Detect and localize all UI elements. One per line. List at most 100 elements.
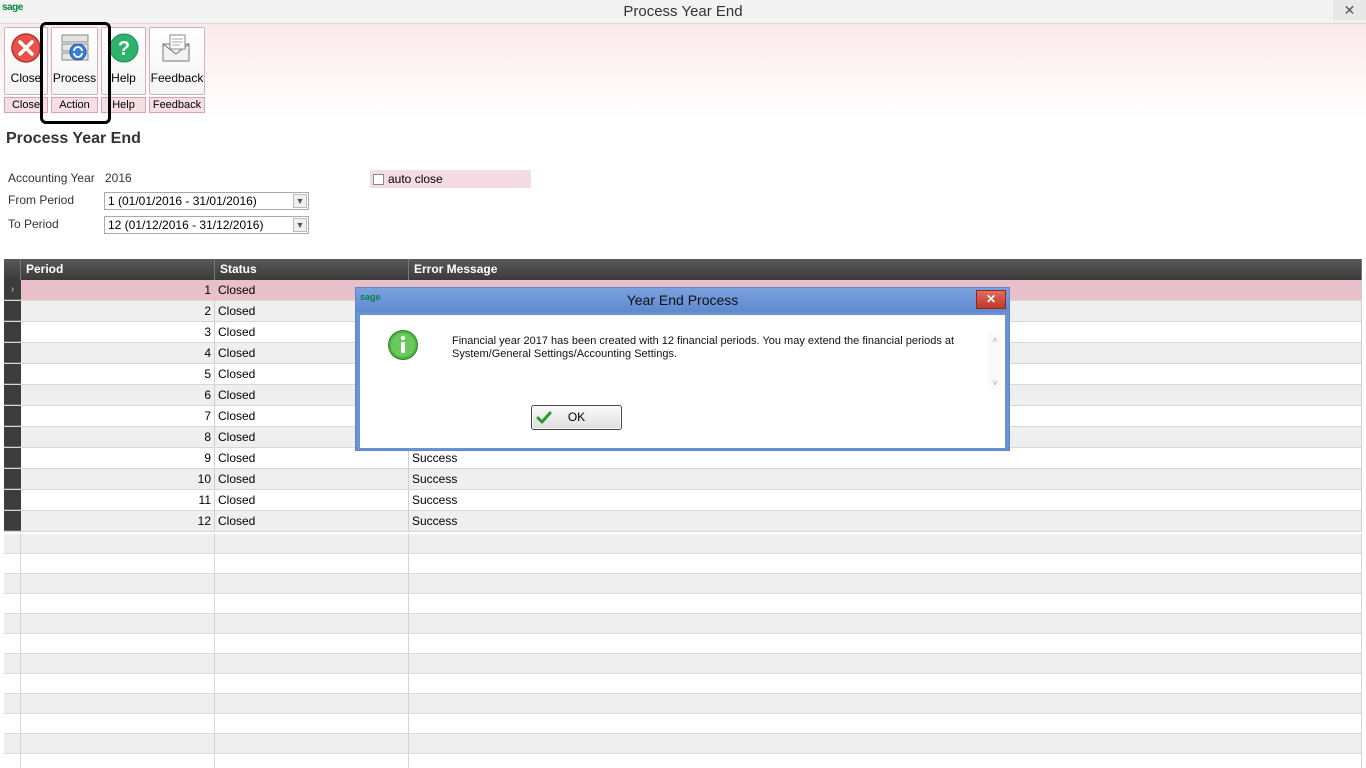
empty-cell — [409, 614, 1362, 634]
empty-cell — [215, 714, 409, 734]
row-indicator[interactable] — [4, 511, 21, 531]
dialog-message: Financial year 2017 has been created wit… — [452, 335, 955, 360]
error-message-cell[interactable]: Success — [409, 448, 1362, 468]
info-icon — [388, 330, 418, 360]
empty-table-row — [4, 614, 1362, 634]
auto-close-checkbox[interactable]: auto close — [370, 170, 531, 188]
feedback-icon — [162, 34, 190, 62]
empty-table-row — [4, 674, 1362, 694]
period-cell[interactable]: 8 — [21, 427, 215, 447]
empty-table-row — [4, 634, 1362, 654]
empty-cell — [215, 694, 409, 714]
empty-cell — [215, 734, 409, 754]
empty-cell — [4, 754, 21, 768]
status-cell[interactable]: Closed — [215, 490, 409, 510]
error-message-cell[interactable]: Success — [409, 511, 1362, 531]
window-close-button[interactable]: ✕ — [1333, 0, 1366, 20]
chevron-down-icon[interactable]: ▼ — [293, 218, 307, 232]
empty-table-row — [4, 554, 1362, 574]
dialog-scrollbar[interactable]: ˄ ˅ — [988, 333, 1002, 390]
error-message-cell[interactable]: Success — [409, 490, 1362, 510]
row-selector-arrow-icon[interactable]: › — [4, 280, 21, 300]
dialog-body: Financial year 2017 has been created wit… — [360, 315, 1005, 448]
empty-table-row — [4, 594, 1362, 614]
period-cell[interactable]: 4 — [21, 343, 215, 363]
row-indicator[interactable] — [4, 301, 21, 321]
from-period-value: 1 (01/01/2016 - 31/01/2016) — [108, 194, 257, 208]
empty-cell — [21, 634, 215, 654]
to-period-select[interactable]: 12 (01/12/2016 - 31/12/2016) ▼ — [104, 216, 309, 234]
period-cell[interactable]: 12 — [21, 511, 215, 531]
period-cell[interactable]: 1 — [21, 280, 215, 300]
empty-cell — [215, 594, 409, 614]
empty-cell — [4, 574, 21, 594]
from-period-select[interactable]: 1 (01/01/2016 - 31/01/2016) ▼ — [104, 192, 309, 210]
period-cell[interactable]: 7 — [21, 406, 215, 426]
empty-cell — [4, 554, 21, 574]
empty-cell — [215, 614, 409, 634]
row-indicator[interactable] — [4, 427, 21, 447]
empty-cell — [4, 694, 21, 714]
status-cell[interactable]: Closed — [215, 448, 409, 468]
feedback-button-label: Feedback — [150, 71, 204, 85]
ok-button[interactable]: OK — [531, 405, 622, 430]
feedback-button[interactable]: Feedback — [149, 27, 205, 95]
row-indicator[interactable] — [4, 343, 21, 363]
accounting-year-value: 2016 — [105, 171, 132, 185]
empty-table-row — [4, 534, 1362, 554]
status-cell[interactable]: Closed — [215, 511, 409, 531]
empty-cell — [409, 754, 1362, 768]
dialog-close-button[interactable]: ✕ — [976, 290, 1006, 309]
row-indicator[interactable] — [4, 406, 21, 426]
table-row[interactable]: 9 Closed Success — [4, 448, 1362, 469]
empty-cell — [409, 714, 1362, 734]
column-header-error-message[interactable]: Error Message — [409, 259, 1362, 280]
period-cell[interactable]: 2 — [21, 301, 215, 321]
empty-cell — [215, 634, 409, 654]
period-cell[interactable]: 3 — [21, 322, 215, 342]
empty-cell — [4, 734, 21, 754]
checkbox-box[interactable] — [373, 174, 384, 185]
chevron-down-icon[interactable]: ▼ — [293, 194, 307, 208]
empty-cell — [21, 734, 215, 754]
period-cell[interactable]: 5 — [21, 364, 215, 384]
page-title: Process Year End — [6, 130, 141, 147]
empty-cell — [409, 634, 1362, 654]
row-indicator[interactable] — [4, 490, 21, 510]
period-cell[interactable]: 6 — [21, 385, 215, 405]
empty-cell — [21, 534, 215, 554]
empty-cell — [4, 654, 21, 674]
empty-cell — [4, 634, 21, 654]
help-icon: ? — [109, 33, 138, 63]
error-message-cell[interactable]: Success — [409, 469, 1362, 489]
period-cell[interactable]: 9 — [21, 448, 215, 468]
accounting-year-label: Accounting Year — [8, 171, 95, 185]
status-cell[interactable]: Closed — [215, 469, 409, 489]
scroll-up-icon[interactable]: ˄ — [988, 335, 1002, 345]
empty-cell — [4, 714, 21, 734]
empty-cell — [215, 554, 409, 574]
column-header-period[interactable]: Period — [21, 259, 215, 280]
year-end-process-dialog: sage Year End Process ✕ Financial year 2… — [355, 287, 1010, 451]
empty-cell — [21, 594, 215, 614]
row-indicator[interactable] — [4, 385, 21, 405]
table-row[interactable]: 12 Closed Success — [4, 511, 1362, 532]
empty-table-row — [4, 714, 1362, 734]
empty-table-row — [4, 734, 1362, 754]
empty-cell — [21, 654, 215, 674]
period-cell[interactable]: 11 — [21, 490, 215, 510]
row-indicator[interactable] — [4, 322, 21, 342]
empty-cell — [4, 614, 21, 634]
empty-cell — [215, 674, 409, 694]
row-indicator[interactable] — [4, 469, 21, 489]
column-header-status[interactable]: Status — [215, 259, 409, 280]
empty-cell — [215, 574, 409, 594]
empty-cell — [215, 654, 409, 674]
empty-cell — [21, 554, 215, 574]
table-row[interactable]: 10 Closed Success — [4, 469, 1362, 490]
table-row[interactable]: 11 Closed Success — [4, 490, 1362, 511]
scroll-down-icon[interactable]: ˅ — [988, 378, 1002, 388]
row-indicator[interactable] — [4, 364, 21, 384]
row-indicator[interactable] — [4, 448, 21, 468]
period-cell[interactable]: 10 — [21, 469, 215, 489]
